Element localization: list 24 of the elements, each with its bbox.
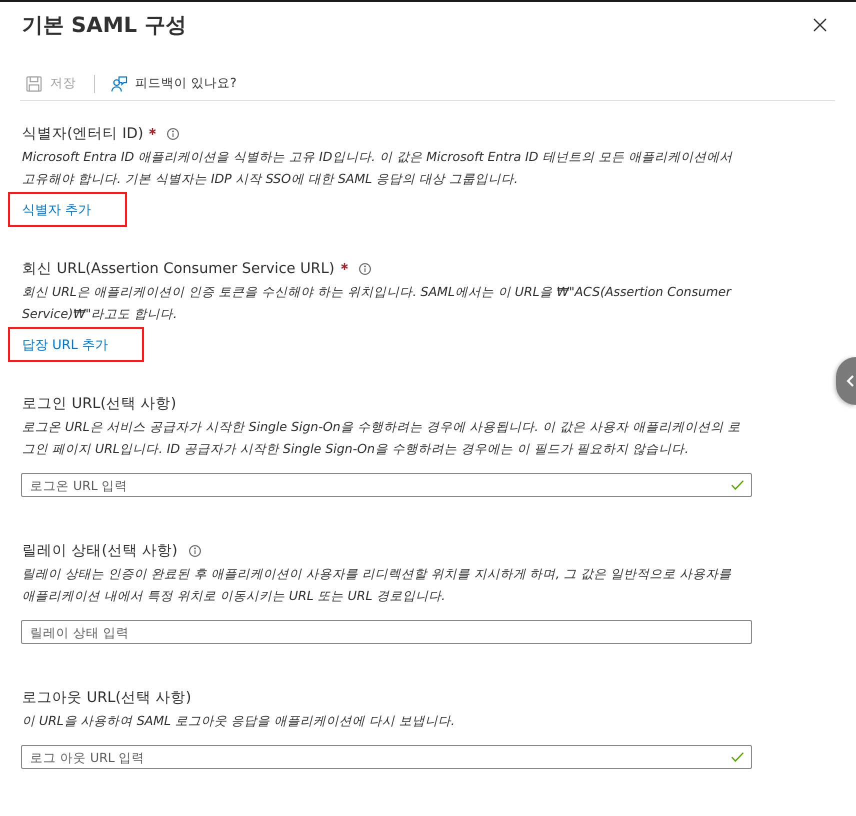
info-icon[interactable]	[188, 545, 201, 557]
section-description: 이 URL을 사용하여 SAML 로그아웃 응답을 애플리케이션에 다시 보냅니다.	[22, 712, 456, 730]
add-link[interactable]: 식별자 추가	[22, 200, 92, 218]
person-speech-bubble-icon	[111, 76, 127, 92]
info-icon[interactable]	[358, 263, 370, 275]
url-field[interactable]: 로그온 URL 입력	[21, 473, 752, 497]
info-icon[interactable]	[167, 128, 180, 140]
section-heading: 로그인 URL(선택 사항)	[22, 395, 176, 414]
url-field[interactable]: 로그 아웃 URL 입력	[21, 745, 752, 769]
panel-title: 기본 SAML 구성	[22, 12, 186, 39]
url-field[interactable]: 릴레이 상태 입력	[21, 620, 752, 644]
feedback-button[interactable]: 피드백이 있나요?	[105, 70, 243, 98]
side-toggle-button[interactable]	[836, 357, 856, 405]
section-description: 로그온 URL은 서비스 공급자가 시작한 Single Sign-On을 수행하려는 경우에 사용됩니다. 이 값은 사용자 애플리케이션의 로그인 페이지 URL입니다. ID 공급자가 시작한 Single Sign-On을 수행하려는 경우에는 이 필드가 필요하지 않습니다.	[22, 418, 742, 458]
section-description: Microsoft Entra ID 애플리케이션을 식별하는 고유 ID입니다. 이 값은 Microsoft Entra ID 테넌트의 모든 애플리케이션에서 고유해야 합니다. 기본 식별자는 IDP 시작 SSO에 대한 SAML 응답의 대상 그룹입니다.	[22, 148, 734, 188]
section-heading: 회신 URL(Assertion Consumer Service URL)	[22, 260, 334, 279]
chevron-left-icon	[846, 375, 854, 387]
section-heading: 로그아웃 URL(선택 사항)	[22, 689, 192, 708]
section-heading: 릴레이 상태(선택 사항)	[22, 542, 178, 561]
section-heading: 식별자(엔터티 ID)	[22, 125, 144, 144]
section-description: 릴레이 상태는 인증이 완료된 후 애플리케이션이 사용자를 리디렉션할 위치를 지시하게 하며, 그 값은 일반적으로 사용자를 애플리케이션 내에서 특정 위치로 이동시키는 URL 또는 URL 경로입니다.	[22, 565, 733, 605]
add-link[interactable]: 답장 URL 추가	[22, 336, 108, 354]
close-icon	[813, 18, 827, 32]
section-description: 회신 URL은 애플리케이션이 인증 토큰을 수신해야 하는 위치입니다. SAML에서는 이 URL을 ₩"ACS(Assertion Consumer Service)₩"라고도 합니다.	[22, 283, 733, 323]
